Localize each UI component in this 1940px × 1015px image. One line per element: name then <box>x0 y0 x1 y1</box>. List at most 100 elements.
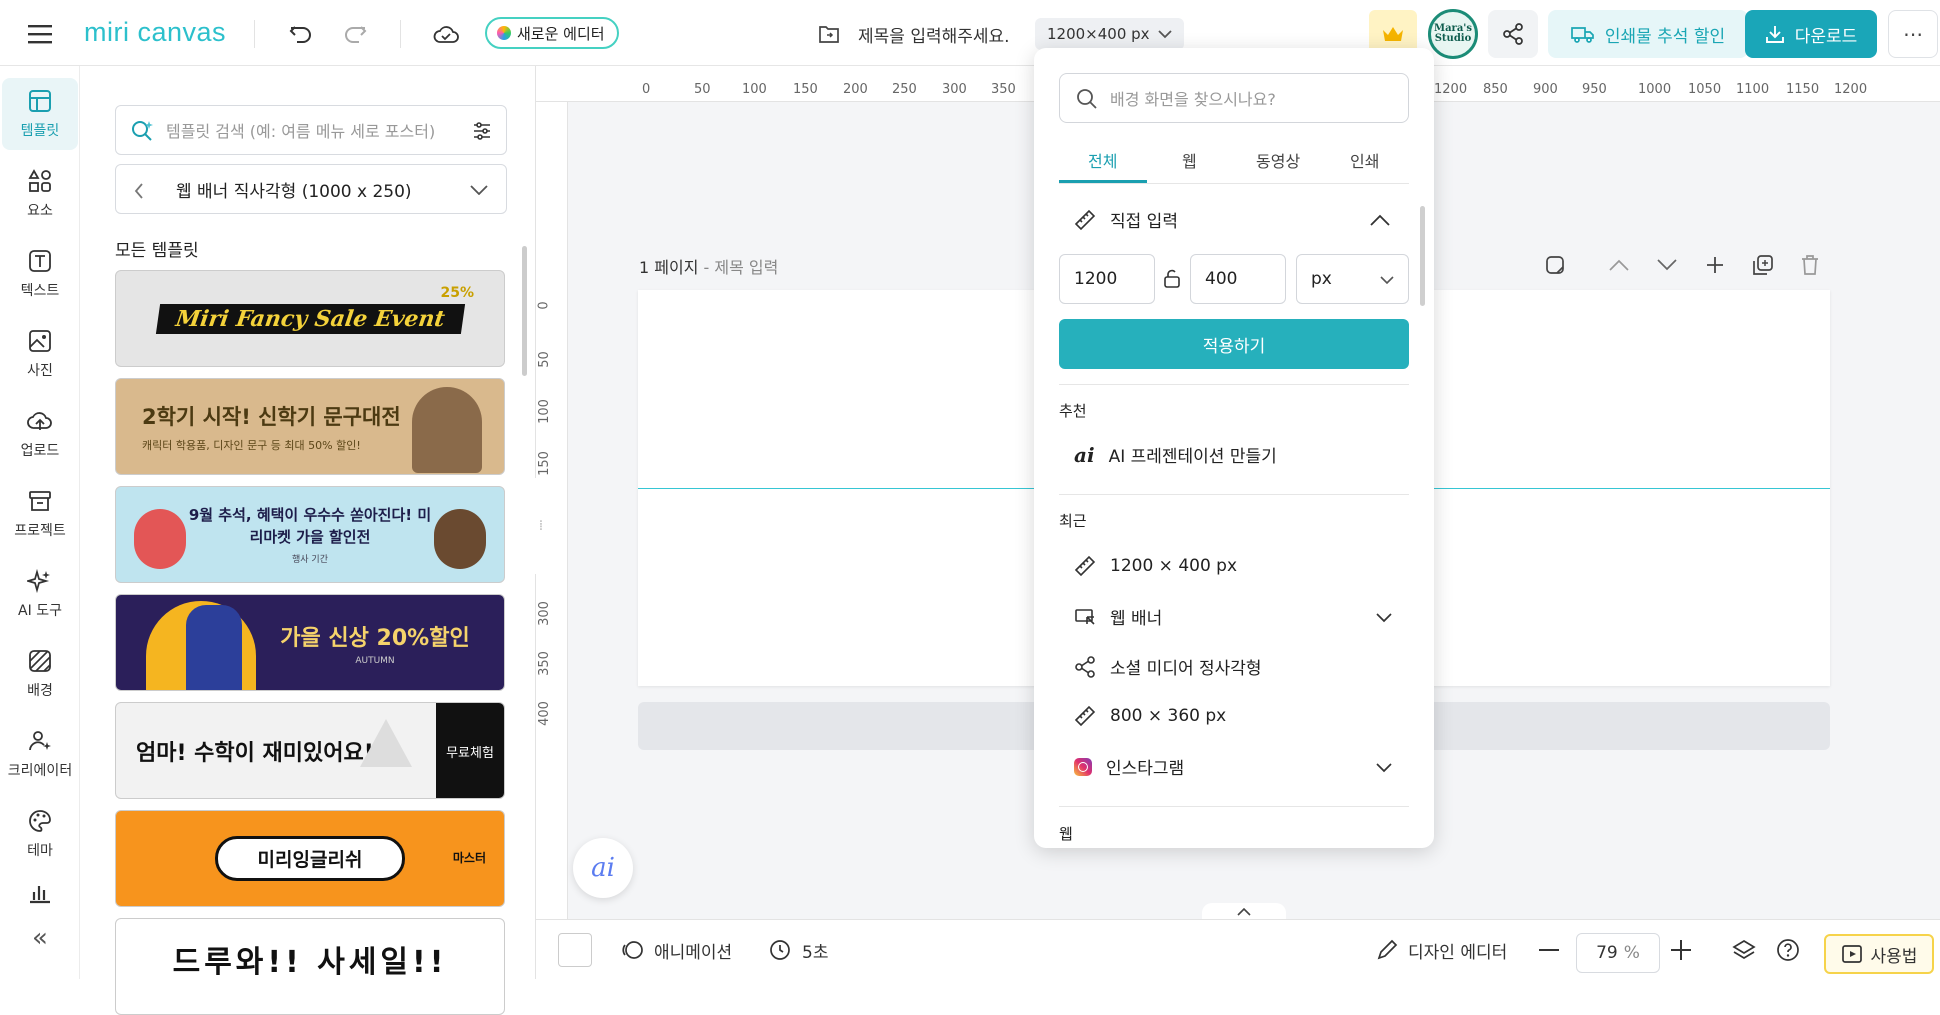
page-move-up-icon[interactable] <box>1606 252 1632 278</box>
chevron-down-icon[interactable] <box>1376 763 1392 773</box>
template-card[interactable]: 미리잉글리쉬 마스터 <box>115 810 505 907</box>
template-headline: 엄마! 수학이 재미있어요! <box>136 740 374 766</box>
nav-projects[interactable]: 프로젝트 <box>2 478 78 550</box>
nav-elements[interactable]: 요소 <box>2 158 78 230</box>
background-color-swatch[interactable] <box>558 920 592 980</box>
chevron-down-icon <box>470 185 488 195</box>
share-button[interactable] <box>1488 10 1538 58</box>
dropdown-scrollbar[interactable] <box>1420 206 1425 306</box>
help-icon[interactable] <box>1776 920 1800 980</box>
template-search-placeholder: 템플릿 검색 (예: 여름 메뉴 세로 포스터) <box>166 122 436 141</box>
template-category-label: 웹 배너 직사각형 (1000 x 250) <box>176 181 412 202</box>
nav-templates[interactable]: 템플릿 <box>2 78 78 150</box>
app-logo[interactable]: miri canvas <box>84 17 226 48</box>
collapse-nav-button[interactable]: « <box>22 920 58 956</box>
tab-video[interactable]: 동영상 <box>1256 148 1300 172</box>
tab-print[interactable]: 인쇄 <box>1350 148 1379 172</box>
page-note-icon[interactable] <box>1542 252 1568 278</box>
template-card[interactable]: Miri Fancy Sale Event 25% <box>115 270 505 367</box>
project-icon <box>29 491 51 511</box>
design-editor-button[interactable]: 디자인 에디터 <box>1376 920 1507 980</box>
menu-icon[interactable] <box>22 18 58 50</box>
nav-upload[interactable]: 업로드 <box>2 398 78 470</box>
redo-icon[interactable] <box>337 18 373 50</box>
page-move-down-icon[interactable] <box>1654 252 1680 278</box>
template-card[interactable]: 9월 추석, 혜택이 우수수 쏟아진다! 미리마켓 가을 할인전 행사 기간 <box>115 486 505 583</box>
cloud-save-icon[interactable] <box>428 18 464 50</box>
nav-background[interactable]: 배경 <box>2 638 78 710</box>
more-options-button[interactable]: ⋯ <box>1888 10 1938 58</box>
recent-item[interactable]: 웹 배너 <box>1074 604 1162 629</box>
nav-text[interactable]: 텍스트 <box>2 238 78 310</box>
page-duplicate-icon[interactable] <box>1750 252 1776 278</box>
nav-creator[interactable]: 크리에이터 <box>2 718 78 790</box>
recent-item[interactable]: 800 × 360 px <box>1074 705 1226 727</box>
page-title-input[interactable]: 제목 입력 <box>714 258 778 277</box>
document-title-input[interactable]: 제목을 입력해주세요. <box>858 22 1010 47</box>
creator-icon <box>29 731 51 751</box>
nav-photos[interactable]: 사진 <box>2 318 78 390</box>
template-headline: Miri Fancy Sale Event <box>155 303 465 334</box>
ruler-tick: 1100 <box>1736 82 1770 97</box>
size-search-input[interactable]: 배경 화면을 찾으시나요? <box>1059 73 1409 123</box>
child-illustration <box>412 387 482 473</box>
nav-ai-tools[interactable]: AI 도구 <box>2 558 78 630</box>
chevron-left-icon[interactable] <box>134 183 144 199</box>
chevron-down-icon[interactable] <box>1376 613 1392 623</box>
avatar[interactable]: Mara's Studio <box>1428 9 1478 59</box>
template-category-select[interactable]: 웹 배너 직사각형 (1000 x 250) <box>115 164 507 214</box>
nav-chart[interactable] <box>2 878 78 908</box>
zoom-input[interactable]: 79 % <box>1576 933 1660 973</box>
unit-select[interactable]: px <box>1296 254 1409 304</box>
print-discount-button[interactable]: 인쇄물 추석 할인 <box>1548 10 1748 58</box>
width-input[interactable]: 1200 <box>1059 254 1155 304</box>
character-illustration <box>434 509 486 569</box>
recent-item[interactable]: 인스타그램 <box>1074 754 1184 779</box>
template-panel: 템플릿 검색 (예: 여름 메뉴 세로 포스터) 웹 배너 직사각형 (1000… <box>84 66 536 1015</box>
tab-web[interactable]: 웹 <box>1182 148 1197 172</box>
background-icon <box>29 650 51 672</box>
top-bar: miri canvas 새로운 에디터 제목을 입력해주세요. 1200×400… <box>0 0 1940 66</box>
recent-item-label: 800 × 360 px <box>1110 706 1227 726</box>
template-card[interactable]: 엄마! 수학이 재미있어요! 무료체험 <box>115 702 505 799</box>
zoom-out-icon[interactable] <box>1538 920 1560 980</box>
folder-icon[interactable] <box>815 20 843 48</box>
chevron-up-icon[interactable] <box>1370 214 1390 226</box>
template-sub: 행사 기간 <box>292 555 328 565</box>
template-card[interactable]: 드루와!! 사세일!! <box>115 918 505 1015</box>
height-input[interactable]: 400 <box>1190 254 1286 304</box>
page-label: 1 페이지 - 제목 입력 <box>639 258 779 277</box>
download-icon <box>1765 26 1784 43</box>
undo-icon[interactable] <box>283 18 319 50</box>
nav-theme[interactable]: 테마 <box>2 798 78 870</box>
ai-presentation-item[interactable]: ai AI 프레젠테이션 만들기 <box>1074 442 1277 468</box>
page-delete-icon[interactable] <box>1797 252 1823 278</box>
custom-size-toggle[interactable]: 직접 입력 <box>1074 207 1178 232</box>
ruler-tick: 300 <box>942 82 967 97</box>
tab-all[interactable]: 전체 <box>1088 148 1117 172</box>
animation-button[interactable]: 애니메이션 <box>620 920 732 980</box>
ruler-tick: 0 <box>642 82 651 97</box>
template-card[interactable]: 2학기 시작! 신학기 문구대전 캐릭터 학용품, 디자인 문구 등 최대 50… <box>115 378 505 475</box>
template-search-input[interactable]: 템플릿 검색 (예: 여름 메뉴 세로 포스터) <box>115 105 507 155</box>
page-add-icon[interactable] <box>1702 252 1728 278</box>
lock-aspect-icon[interactable] <box>1159 266 1185 292</box>
duration-button[interactable]: 5초 <box>768 920 828 980</box>
apply-size-button[interactable]: 적용하기 <box>1059 319 1409 369</box>
panel-resize-handle[interactable]: ⁞ <box>532 478 550 574</box>
template-card[interactable]: 가을 신상 20%할인 AUTUMN <box>115 594 505 691</box>
canvas-size-selector[interactable]: 1200×400 px <box>1035 18 1184 50</box>
recent-item[interactable]: 1200 × 400 px <box>1074 555 1237 577</box>
new-editor-toggle[interactable]: 새로운 에디터 <box>485 17 619 49</box>
usage-guide-button[interactable]: 사용법 <box>1824 934 1934 974</box>
ai-assistant-button[interactable]: ai <box>573 838 633 898</box>
recent-item[interactable]: 소셜 미디어 정사각형 <box>1074 654 1262 679</box>
recent-item-label: 인스타그램 <box>1106 759 1185 779</box>
ruler-tick: 1050 <box>1688 82 1722 97</box>
filter-icon[interactable] <box>472 121 492 141</box>
download-button[interactable]: 다운로드 <box>1745 10 1877 58</box>
zoom-in-icon[interactable] <box>1670 920 1692 980</box>
ruler-tick: 150 <box>793 82 818 97</box>
template-panel-scrollbar[interactable] <box>522 246 527 376</box>
layers-icon[interactable] <box>1732 920 1756 980</box>
